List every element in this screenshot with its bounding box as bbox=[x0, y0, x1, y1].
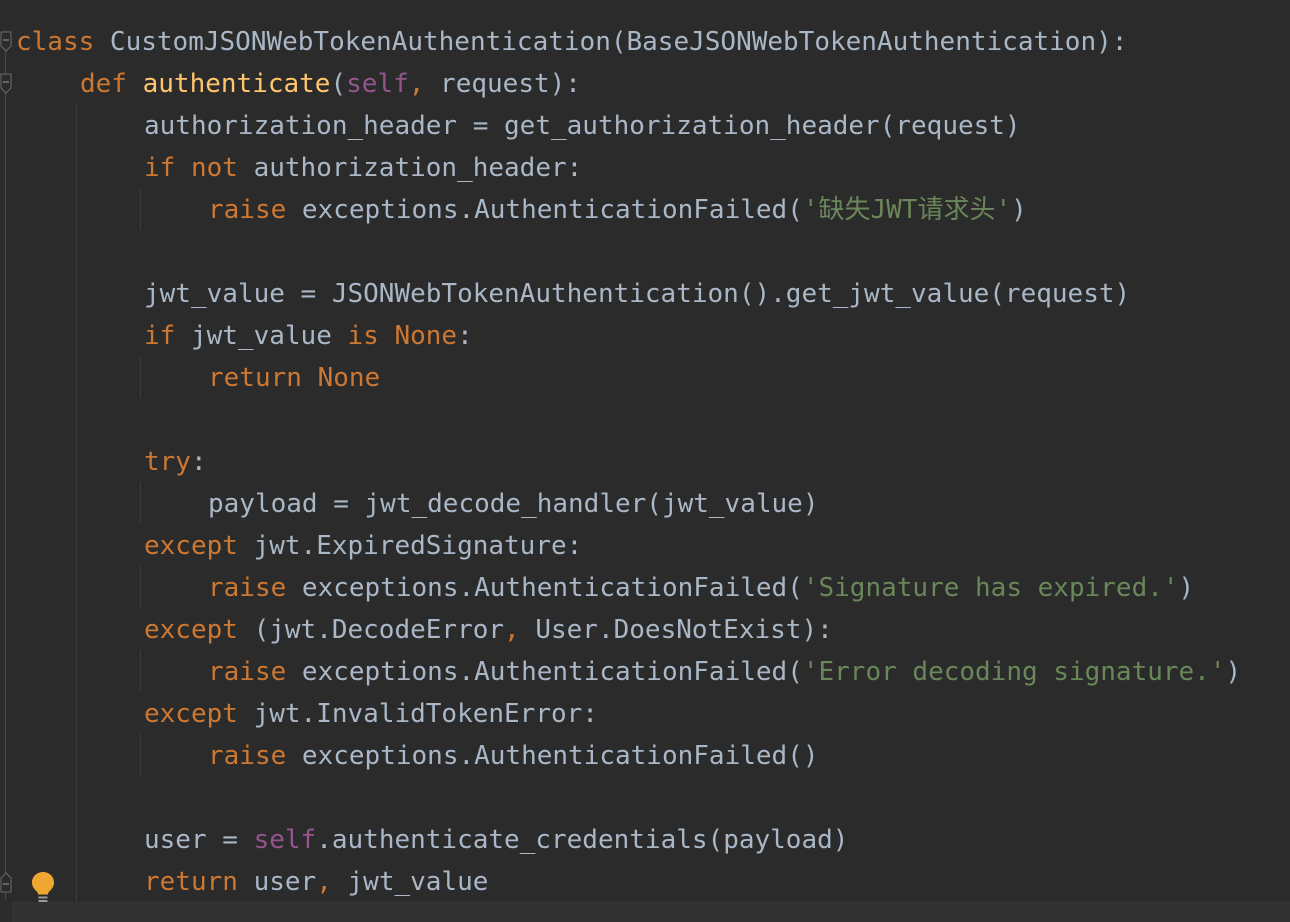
code-line[interactable]: if jwt_value is None: bbox=[144, 315, 473, 357]
code-token: jwt_value bbox=[175, 321, 348, 351]
code-token: , bbox=[504, 615, 520, 645]
code-token: jwt_value bbox=[331, 867, 489, 897]
code-line[interactable]: except (jwt.DecodeError, User.DoesNotExi… bbox=[144, 609, 833, 651]
indent-guide bbox=[140, 566, 141, 608]
code-token: ) bbox=[1225, 657, 1242, 687]
code-token: return bbox=[144, 867, 238, 897]
code-token: is None bbox=[347, 321, 458, 351]
code-token: : bbox=[190, 447, 207, 477]
indent-guide bbox=[140, 356, 141, 398]
code-token: raise bbox=[208, 195, 287, 225]
gutter-fold-line bbox=[5, 30, 6, 900]
code-token: except bbox=[144, 615, 238, 645]
code-token: user bbox=[237, 867, 317, 897]
code-token: self bbox=[346, 69, 409, 99]
code-token: User.DoesNotExist): bbox=[519, 615, 833, 645]
code-line[interactable]: return user, jwt_value bbox=[144, 861, 488, 903]
code-token: self bbox=[253, 825, 317, 855]
code-token: exceptions.AuthenticationFailed( bbox=[286, 573, 803, 603]
indent-guide bbox=[140, 650, 141, 692]
code-line[interactable]: return None bbox=[208, 357, 380, 399]
code-line[interactable]: authorization_header = get_authorization… bbox=[144, 105, 1021, 147]
code-editor[interactable]: class CustomJSONWebTokenAuthentication(B… bbox=[0, 0, 1290, 922]
code-line[interactable]: raise exceptions.AuthenticationFailed() bbox=[208, 735, 819, 777]
code-line[interactable]: payload = jwt_decode_handler(jwt_value) bbox=[208, 483, 818, 525]
code-line[interactable]: user = self.authenticate_credentials(pay… bbox=[144, 819, 848, 861]
code-token: except bbox=[144, 531, 238, 561]
code-token: user = bbox=[144, 825, 254, 855]
code-line[interactable]: except jwt.InvalidTokenError: bbox=[144, 693, 598, 735]
code-token: exceptions.AuthenticationFailed( bbox=[286, 657, 803, 687]
indent-guide bbox=[140, 734, 141, 776]
code-line[interactable]: raise exceptions.AuthenticationFailed('缺… bbox=[208, 189, 1027, 231]
code-token: class bbox=[16, 27, 95, 57]
code-token: authenticate bbox=[142, 69, 331, 99]
code-token: raise bbox=[208, 741, 287, 771]
code-token: request): bbox=[424, 69, 581, 99]
code-token: if bbox=[144, 321, 176, 351]
code-token: return None bbox=[208, 363, 381, 393]
code-line[interactable]: raise exceptions.AuthenticationFailed('S… bbox=[208, 567, 1194, 609]
lightbulb-icon[interactable] bbox=[30, 870, 56, 904]
indent-guide bbox=[76, 104, 77, 902]
code-token: jwt.InvalidTokenError: bbox=[237, 699, 598, 729]
code-token: : bbox=[457, 321, 473, 351]
code-line[interactable]: raise exceptions.AuthenticationFailed('E… bbox=[208, 651, 1241, 693]
code-line[interactable]: def authenticate(self, request): bbox=[80, 63, 581, 105]
code-token: exceptions.AuthenticationFailed( bbox=[286, 195, 803, 225]
code-token: ( bbox=[330, 69, 347, 99]
code-line[interactable]: class CustomJSONWebTokenAuthentication(B… bbox=[16, 21, 1127, 63]
code-token: exceptions.AuthenticationFailed() bbox=[286, 741, 819, 771]
code-line[interactable]: if not authorization_header: bbox=[144, 147, 582, 189]
code-token: , bbox=[316, 867, 332, 897]
code-line[interactable]: jwt_value = JSONWebTokenAuthentication()… bbox=[144, 273, 1130, 315]
code-token: raise bbox=[208, 657, 287, 687]
code-token: payload = jwt_decode_handler(jwt_value) bbox=[208, 489, 819, 519]
fold-marker-icon[interactable] bbox=[0, 31, 12, 53]
code-token: authorization_header = get_authorization… bbox=[144, 111, 1021, 141]
code-token: ) bbox=[1178, 573, 1195, 603]
code-token: except bbox=[144, 699, 238, 729]
code-token: .authenticate_credentials(payload) bbox=[316, 825, 849, 855]
code-token: def bbox=[80, 69, 127, 99]
fold-end-marker-icon[interactable] bbox=[0, 871, 12, 893]
code-token: raise bbox=[208, 573, 287, 603]
code-token: '缺失JWT请求头' bbox=[802, 195, 1012, 225]
indent-guide bbox=[140, 188, 141, 230]
code-token: jwt.ExpiredSignature: bbox=[237, 531, 583, 561]
code-token: authorization_header: bbox=[237, 153, 583, 183]
indent-guide bbox=[140, 482, 141, 524]
code-token: (jwt.DecodeError bbox=[237, 615, 505, 645]
code-line[interactable]: try: bbox=[144, 441, 207, 483]
code-token: try bbox=[144, 447, 191, 477]
fold-marker-icon[interactable] bbox=[0, 73, 12, 95]
code-token: ) bbox=[1011, 195, 1027, 225]
code-token: if not bbox=[144, 153, 238, 183]
code-token: jwt_value = JSONWebTokenAuthentication()… bbox=[144, 279, 1131, 309]
code-token: 'Error decoding signature.' bbox=[802, 657, 1226, 687]
code-token: 'Signature has expired.' bbox=[802, 573, 1179, 603]
code-line[interactable]: except jwt.ExpiredSignature: bbox=[144, 525, 582, 567]
code-token: CustomJSONWebTokenAuthentication(BaseJSO… bbox=[94, 27, 1128, 57]
editor-gutter[interactable] bbox=[0, 0, 12, 922]
code-token: , bbox=[408, 69, 425, 99]
current-line-highlight bbox=[0, 902, 1290, 922]
